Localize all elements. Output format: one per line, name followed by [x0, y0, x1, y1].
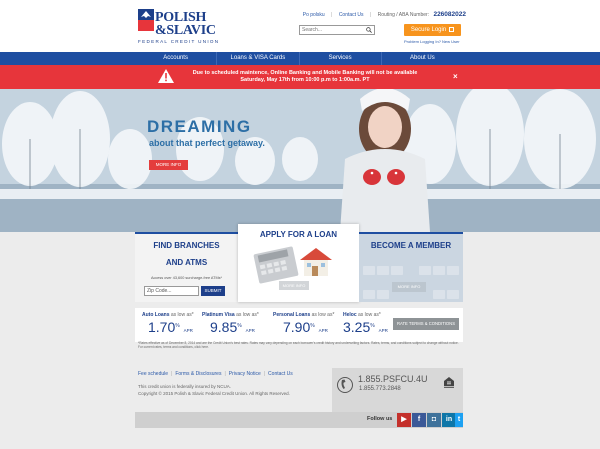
phone-icon — [337, 377, 353, 393]
rate-terms-button[interactable]: RATE TERMS & CONDITIONS — [393, 318, 459, 330]
rate-value: 3.25% APR — [343, 319, 388, 335]
youtube-icon[interactable]: ▶ — [397, 413, 411, 427]
contact-us-link[interactable]: Contact Us — [339, 12, 364, 18]
routing-label: Routing / ABA Number: — [377, 12, 430, 18]
find-branches-title-line1: FIND BRANCHES — [153, 241, 220, 250]
hero-more-info-button[interactable]: MORE INFO — [149, 160, 188, 170]
phone-box: 1.855.PSFCU.4U 1.855.773.2848 — [332, 368, 463, 416]
hero-winter-scene — [0, 89, 600, 232]
site-header: POLISH &SLAVIC FEDERAL CREDIT UNION Po p… — [0, 0, 600, 52]
loan-more-info-button[interactable]: MORE INFO — [279, 281, 309, 290]
footer-link-privacy[interactable]: Privacy Notice — [229, 371, 261, 377]
nav-item-about-us[interactable]: About Us — [382, 52, 463, 65]
footer-link-contact[interactable]: Contact Us — [268, 371, 293, 377]
follow-us-label: Follow us — [367, 416, 393, 422]
site-footer: Fee schedule | Forms & Disclosures | Privacy… — [135, 368, 463, 416]
divider: | — [171, 371, 173, 377]
phone-number[interactable]: 1.855.773.2848 — [359, 386, 401, 392]
close-icon[interactable]: × — [453, 72, 458, 81]
atm-note: Access over 43,600 surcharge-free ATMs* — [150, 276, 223, 280]
search-input[interactable] — [302, 26, 362, 34]
keyboard-illustration — [363, 266, 459, 299]
main-nav: Accounts Loans & VISA Cards Services Abo… — [0, 52, 600, 65]
facebook-icon[interactable]: f — [412, 413, 426, 427]
zip-code-input[interactable]: Zip Code... — [144, 286, 199, 296]
divider: | — [331, 12, 333, 18]
po-polsku-link[interactable]: Po polsku — [303, 12, 325, 18]
become-member-panel: BECOME A MEMBER MORE INFO — [359, 232, 463, 302]
apply-loan-title: APPLY FOR A LOAN — [259, 230, 338, 239]
zip-submit-button[interactable]: SUBMIT — [201, 286, 225, 296]
hero-subtitle: about that perfect getaway. — [149, 138, 265, 148]
alert-message: Due to scheduled maintence, Online Banki… — [192, 70, 418, 83]
secure-login-button[interactable]: Secure Login — [404, 24, 461, 36]
nav-item-loans-visa[interactable]: Loans & VISA Cards — [217, 52, 300, 65]
rates-disclaimer: *Rates effective as of December 8, 2014 … — [138, 341, 459, 349]
maintenance-alert: Due to scheduled maintence, Online Banki… — [0, 65, 600, 89]
instagram-icon[interactable]: ◘ — [427, 413, 441, 427]
feature-panels: FIND BRANCHES AND ATMS Access over 43,60… — [135, 224, 463, 302]
top-links: Po polsku | Contact Us | Routing / ABA N… — [303, 11, 466, 18]
rate-label: Auto Loans as low as* — [142, 312, 194, 318]
hero-banner — [0, 89, 600, 232]
find-branches-panel: FIND BRANCHES AND ATMS Access over 43,60… — [135, 232, 238, 302]
copyright: Copyright © 2015 Polish & Slavic Federal… — [138, 391, 290, 396]
lock-icon — [449, 27, 455, 32]
rate-label: Heloc as low as* — [343, 312, 381, 318]
twitter-icon[interactable]: t — [455, 413, 463, 427]
rate-value: 1.70% APR — [148, 319, 193, 335]
find-branches-title-line2: AND ATMS — [165, 258, 208, 267]
divider: | — [369, 12, 372, 18]
rate-personal-loans: Personal Loans as low as* 7.90% APR — [273, 312, 334, 335]
search-icon[interactable] — [366, 27, 372, 33]
logo-name-line2: &SLAVIC — [155, 23, 216, 38]
apply-loan-panel[interactable]: APPLY FOR A LOAN MORE INFO — [238, 224, 359, 302]
rate-value: 7.90% APR — [283, 319, 328, 335]
equal-housing-icon — [444, 377, 454, 388]
routing-number: 226082022 — [433, 11, 466, 18]
rates-bar: Auto Loans as low as* 1.70% APR Platinum… — [135, 308, 463, 342]
secure-login-label: Secure Login — [410, 27, 447, 33]
ncua-notice: This credit union is federally insured b… — [138, 384, 232, 389]
nav-item-accounts[interactable]: Accounts — [135, 52, 218, 65]
hero-title: DREAMING — [147, 117, 252, 136]
social-bar: Follow us ▶ f ◘ in t — [135, 412, 463, 428]
become-member-title: BECOME A MEMBER — [370, 241, 452, 250]
footer-link-fee-schedule[interactable]: Fee schedule — [138, 371, 168, 377]
member-more-info-button[interactable]: MORE INFO — [392, 282, 426, 292]
logo[interactable]: POLISH &SLAVIC FEDERAL CREDIT UNION — [138, 9, 228, 47]
divider: | — [224, 371, 226, 377]
rate-label: Personal Loans as low as* — [273, 312, 335, 318]
divider: | — [263, 371, 266, 377]
login-help-links[interactable]: Problem Logging In? New User — [404, 39, 460, 44]
logo-eagle-icon — [138, 9, 154, 31]
warning-icon — [158, 69, 174, 83]
rate-heloc: Heloc as low as* 3.25% APR — [343, 312, 388, 335]
footer-link-forms[interactable]: Forms & Disclosures — [175, 371, 221, 377]
phone-vanity[interactable]: 1.855.PSFCU.4U — [358, 374, 428, 384]
nav-item-services[interactable]: Services — [300, 52, 382, 65]
rate-platinum-visa: Platinum Visa as low as* 9.85% APR — [202, 312, 259, 335]
footer-links: Fee schedule | Forms & Disclosures | Privacy… — [138, 371, 293, 377]
search-box — [299, 25, 375, 35]
rate-label: Platinum Visa as low as* — [202, 312, 259, 318]
rate-auto-loans: Auto Loans as low as* 1.70% APR — [142, 312, 194, 335]
linkedin-icon[interactable]: in — [442, 413, 456, 427]
logo-tagline: FEDERAL CREDIT UNION — [138, 39, 220, 44]
main-nav-items: Accounts Loans & VISA Cards Services Abo… — [135, 52, 463, 65]
rate-value: 9.85% APR — [210, 319, 255, 335]
